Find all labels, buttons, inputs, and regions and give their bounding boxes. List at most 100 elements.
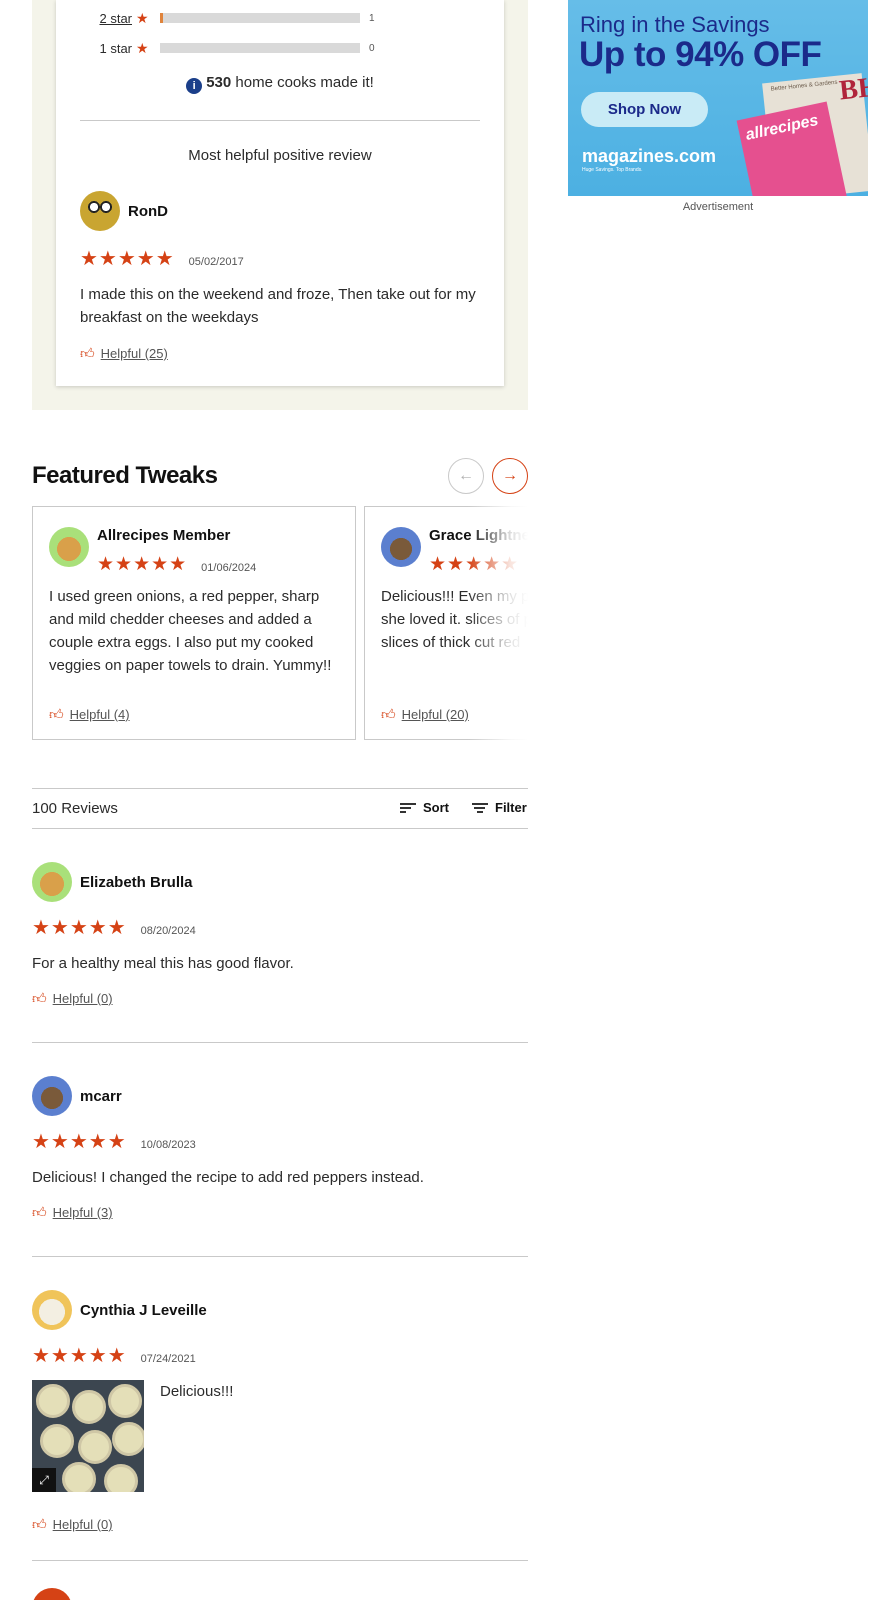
tweak-rating: ★★★★★ 01/06/2024 <box>97 555 256 574</box>
helpful-label[interactable]: Helpful (0) <box>53 1517 113 1532</box>
star-rating-icon: ★★★★★ <box>32 917 127 939</box>
most-helpful-username[interactable]: RonD <box>128 203 168 220</box>
helpful-label[interactable]: Helpful (0) <box>53 991 113 1006</box>
review-user[interactable]: Elizabeth Brulla <box>32 862 193 902</box>
expand-icon[interactable]: ⤢ <box>32 1468 56 1492</box>
rating-bar <box>160 13 360 23</box>
review-user[interactable]: mcarr <box>32 1076 122 1116</box>
carousel-fade <box>468 506 528 741</box>
featured-tweaks-carousel: Allrecipes Member ★★★★★ 01/06/2024 I use… <box>32 506 528 741</box>
most-helpful-user[interactable]: RonD <box>80 191 168 231</box>
magazine-cover-title: allrecipes <box>744 111 820 144</box>
review-date: 07/24/2021 <box>140 1353 196 1365</box>
most-helpful-text: I made this on the weekend and froze, Th… <box>80 286 476 326</box>
reviews-count: 100 Reviews <box>32 800 118 817</box>
carousel-next-button[interactable]: → <box>492 458 528 494</box>
filter-button[interactable]: Filter <box>472 800 527 815</box>
sheep-avatar-icon[interactable] <box>32 1290 72 1330</box>
helpful-button[interactable]: 👍︎ Helpful (20) <box>381 706 469 723</box>
magazine-cover-brand: BH <box>837 71 868 107</box>
review-username[interactable]: Elizabeth Brulla <box>80 874 193 891</box>
rating-summary-card: i 530 home cooks made it! Most helpful po… <box>56 0 504 386</box>
helpful-button[interactable]: 👍︎ Helpful (3) <box>32 1204 113 1221</box>
most-helpful-rating: ★★★★★ 05/02/2017 <box>80 249 244 269</box>
made-it-number: 530 <box>206 74 232 91</box>
arrow-right-icon[interactable]: → <box>502 467 518 485</box>
star-icon: ★ <box>136 9 149 26</box>
made-it-count: i 530 home cooks made it! <box>56 74 504 94</box>
dog-avatar-icon[interactable] <box>32 862 72 902</box>
ad-offer[interactable]: Up to 94% OFF <box>579 35 822 75</box>
thumbs-up-icon[interactable]: 👍︎ <box>32 1204 47 1221</box>
rating-row-1-star: 1 star ★ 0 <box>80 39 375 57</box>
helpful-button[interactable]: 👍︎ Helpful (25) <box>80 345 168 362</box>
review-text: For a healthy meal this has good flavor. <box>32 955 294 972</box>
owl-avatar-icon[interactable] <box>381 527 421 567</box>
rating-summary-panel: i 530 home cooks made it! Most helpful po… <box>32 0 528 410</box>
owl-avatar-icon[interactable] <box>80 191 120 231</box>
rating-row-label: 1 star <box>99 40 132 56</box>
owl-avatar-icon[interactable] <box>32 1076 72 1116</box>
sort-icon[interactable] <box>400 801 416 815</box>
ad-tagline: Huge Savings. Top Brands. <box>582 167 643 173</box>
review-user[interactable]: Cynthia J Leveille <box>32 1290 207 1330</box>
carousel-prev-button[interactable]: ← <box>448 458 484 494</box>
ad-logo[interactable]: magazines.com <box>582 146 716 167</box>
tweak-username[interactable]: Allrecipes Member <box>97 527 230 544</box>
made-it-label: home cooks made it! <box>231 74 374 91</box>
thumbs-up-icon[interactable]: 👍︎ <box>80 345 95 362</box>
helpful-label[interactable]: Helpful (3) <box>53 1205 113 1220</box>
rating-row-2-star[interactable]: 2 star ★ 1 <box>80 9 375 27</box>
thumbs-up-icon[interactable]: 👍︎ <box>32 990 47 1007</box>
helpful-label[interactable]: Helpful (25) <box>101 346 168 361</box>
thumbs-up-icon[interactable]: 👍︎ <box>49 706 64 723</box>
review-username[interactable]: Cynthia J Leveille <box>80 1302 207 1319</box>
review-divider <box>32 1256 528 1257</box>
rating-row-count: 0 <box>369 42 375 54</box>
dog-avatar-icon[interactable] <box>49 527 89 567</box>
rating-row-label[interactable]: 2 star <box>80 11 132 26</box>
tweak-card: Allrecipes Member ★★★★★ 01/06/2024 I use… <box>32 506 356 740</box>
helpful-label[interactable]: Helpful (20) <box>402 707 469 722</box>
review-rating: ★★★★★ 10/08/2023 <box>32 1132 196 1152</box>
arrow-left-icon[interactable]: ← <box>458 467 474 485</box>
star-icon: ★ <box>136 39 149 56</box>
sort-button[interactable]: Sort <box>400 800 449 815</box>
review-rating: ★★★★★ 08/20/2024 <box>32 918 196 938</box>
star-rating-icon: ★★★★★ <box>32 1131 127 1153</box>
next-review-avatar-icon[interactable] <box>32 1588 72 1600</box>
review-rating: ★★★★★ 07/24/2021 <box>32 1346 196 1366</box>
review-username[interactable]: mcarr <box>80 1088 122 1105</box>
review-photo[interactable]: ⤢ <box>32 1380 144 1492</box>
rating-bar <box>160 43 360 53</box>
card-divider <box>80 120 480 121</box>
filter-label[interactable]: Filter <box>495 800 527 815</box>
review-text: Delicious! I changed the recipe to add r… <box>32 1169 424 1186</box>
advertisement-label: Advertisement <box>682 201 754 213</box>
star-rating-icon: ★★★★★ <box>80 248 175 270</box>
helpful-button[interactable]: 👍︎ Helpful (0) <box>32 1516 113 1533</box>
helpful-label[interactable]: Helpful (4) <box>70 707 130 722</box>
advertisement-banner[interactable]: Ring in the Savings Up to 94% OFF Shop N… <box>568 0 868 196</box>
review-divider <box>32 1560 528 1561</box>
thumbs-up-icon[interactable]: 👍︎ <box>381 706 396 723</box>
reviews-toolbar: 100 Reviews Sort Filter <box>32 788 528 829</box>
rating-row-count: 1 <box>369 12 375 24</box>
star-rating-icon: ★★★★★ <box>32 1345 127 1367</box>
most-helpful-title: Most helpful positive review <box>188 147 372 164</box>
tweak-date: 01/06/2024 <box>201 561 257 574</box>
ad-shop-now-button[interactable]: Shop Now <box>581 92 708 127</box>
featured-tweaks-title: Featured Tweaks <box>32 462 218 489</box>
review-date: 10/08/2023 <box>140 1139 196 1151</box>
review-date: 08/20/2024 <box>140 925 196 937</box>
magazine-cover-title: Better Homes & Gardens <box>770 79 838 93</box>
made-it-icon: i <box>186 78 203 94</box>
helpful-button[interactable]: 👍︎ Helpful (0) <box>32 990 113 1007</box>
sort-label[interactable]: Sort <box>423 800 449 815</box>
review-divider <box>32 1042 528 1043</box>
filter-icon[interactable] <box>472 801 488 815</box>
thumbs-up-icon[interactable]: 👍︎ <box>32 1516 47 1533</box>
review-text: Delicious!!! <box>160 1383 234 1400</box>
review-date: 05/02/2017 <box>188 256 244 268</box>
helpful-button[interactable]: 👍︎ Helpful (4) <box>49 706 130 723</box>
